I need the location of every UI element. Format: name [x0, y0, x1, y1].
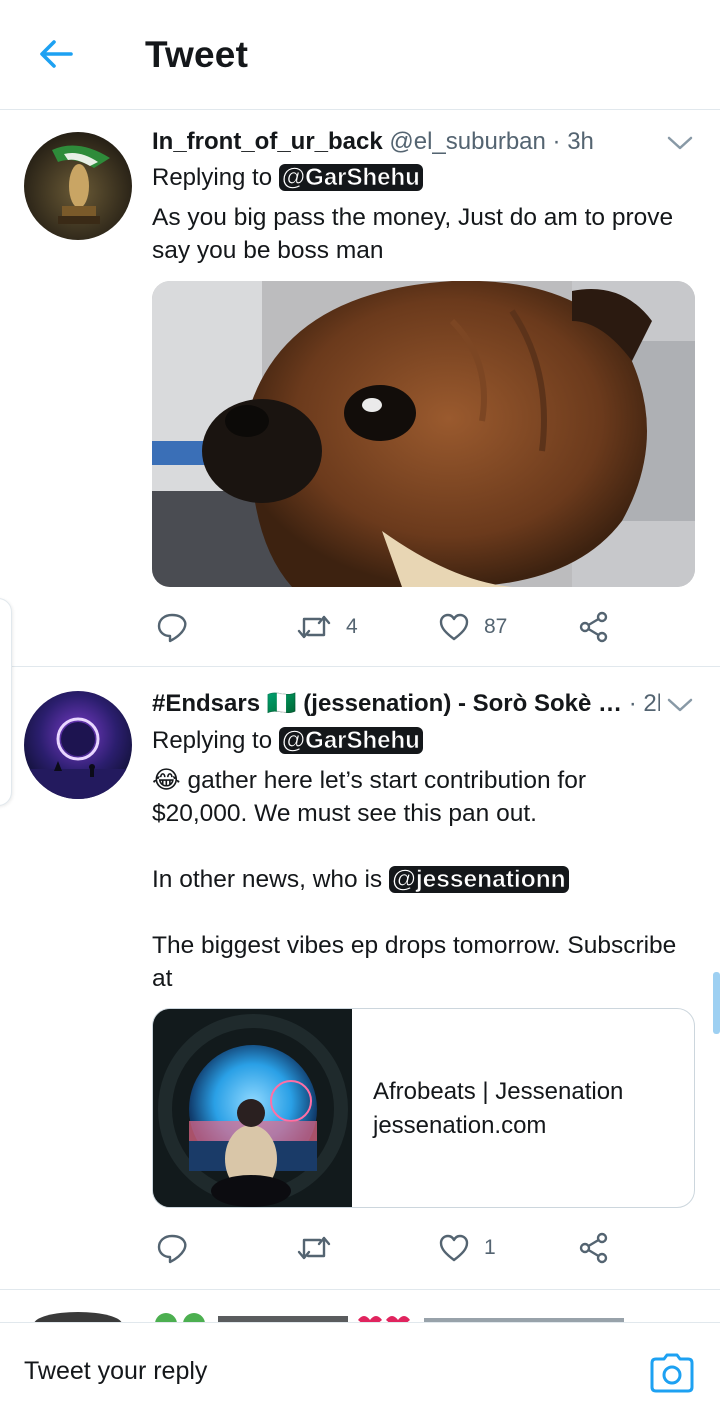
side-drawer-handle[interactable] — [0, 598, 12, 806]
laughing-emoji: 😂 — [152, 767, 181, 794]
tweet-text-line: As you big pass the money, Just do am to… — [152, 204, 674, 231]
share-icon — [579, 611, 608, 643]
retweet-count: 4 — [346, 615, 358, 638]
replying-to: Replying to @GarShehu — [152, 163, 423, 193]
chevron-down-icon[interactable] — [666, 133, 694, 153]
tweet-text-line: The biggest vibes ep drops tomorrow. Sub… — [152, 932, 677, 959]
camera-button[interactable] — [650, 1353, 694, 1393]
tweet-text-line: say you be boss man — [152, 237, 384, 264]
separator: · — [628, 690, 637, 717]
share-button[interactable] — [578, 1228, 610, 1268]
tweet-text-line: In other news, who is @jessenationn — [152, 863, 692, 896]
next-tweet-preview[interactable] — [0, 1290, 720, 1322]
reply-button[interactable] — [156, 607, 202, 647]
mention-link[interactable]: @jessenationn — [388, 866, 569, 893]
reply-input[interactable]: Tweet your reply — [24, 1357, 207, 1386]
avatar[interactable] — [24, 132, 132, 240]
share-button[interactable] — [578, 607, 610, 647]
like-count: 1 — [484, 1236, 496, 1259]
separator: · — [552, 128, 561, 155]
replying-prefix: Replying to — [152, 164, 273, 191]
link-card-domain: jessenation.com — [373, 1112, 547, 1139]
tweet-2[interactable]: #Endsars 🇳🇬 (jessenation) - Sorò Sokè … … — [0, 667, 720, 1290]
tweet-text-line: $20,000. We must see this pan out. — [152, 800, 537, 827]
replying-to: Replying to @GarShehu — [152, 726, 423, 756]
tweet-image[interactable] — [152, 281, 695, 587]
user-handle[interactable]: @el_suburban — [389, 128, 545, 155]
retweet-button[interactable] — [296, 1228, 346, 1268]
reply-button[interactable] — [156, 1228, 202, 1268]
back-button[interactable] — [34, 34, 78, 74]
tweet-actions: 1 — [152, 1228, 680, 1268]
heart-icon — [439, 613, 469, 641]
tweet-text: 😂 gather here let’s start contribution f… — [152, 764, 692, 995]
tweet-text-line: at — [152, 965, 173, 992]
chevron-down-icon[interactable] — [666, 695, 694, 715]
like-count: 87 — [484, 615, 508, 638]
retweet-button[interactable]: 4 — [296, 607, 358, 647]
comment-icon — [157, 1234, 187, 1264]
mention-link[interactable]: @GarShehu — [278, 727, 423, 754]
retweet-icon — [297, 615, 331, 639]
tweet-header: #Endsars 🇳🇬 (jessenation) - Sorò Sokè … … — [152, 689, 660, 719]
tweet-text: As you big pass the money, Just do am to… — [152, 201, 692, 267]
avatar[interactable] — [24, 691, 132, 799]
comment-icon — [157, 613, 187, 643]
timestamp: 2h — [643, 690, 660, 717]
tweet-1[interactable]: In_front_of_ur_back @el_suburban · 3h Re… — [0, 111, 720, 667]
tweet-text-line: 😂 gather here let’s start contribution f… — [152, 764, 692, 797]
timestamp: 3h — [567, 128, 594, 155]
tweet-text-segment: In other news, who is — [152, 866, 383, 893]
tweet-actions: 4 87 — [152, 607, 680, 647]
replying-prefix: Replying to — [152, 727, 273, 754]
like-button[interactable]: 1 — [438, 1228, 496, 1268]
display-name[interactable]: #Endsars 🇳🇬 (jessenation) - Sorò Sokè … — [152, 690, 622, 717]
display-name[interactable]: In_front_of_ur_back — [152, 128, 383, 155]
like-button[interactable]: 87 — [438, 607, 507, 647]
heart-icon — [439, 1234, 469, 1262]
reply-composer[interactable]: Tweet your reply — [0, 1322, 720, 1404]
link-card-title: Afrobeats | Jessenation — [373, 1078, 624, 1105]
share-icon — [579, 1232, 608, 1264]
top-bar: Tweet — [0, 0, 720, 110]
tweet-text-segment: gather here let’s start contribution for — [187, 767, 587, 794]
mention-link[interactable]: @GarShehu — [278, 164, 423, 191]
tweet-header: In_front_of_ur_back @el_suburban · 3h — [152, 127, 660, 157]
camera-icon — [650, 1353, 694, 1393]
link-card-thumbnail — [153, 1009, 352, 1207]
link-card[interactable]: Afrobeats | Jessenation jessenation.com — [152, 1008, 695, 1208]
page-title: Tweet — [145, 34, 249, 75]
retweet-icon — [297, 1236, 331, 1260]
scrollbar[interactable] — [713, 972, 720, 1034]
arrow-left-icon — [40, 40, 73, 68]
